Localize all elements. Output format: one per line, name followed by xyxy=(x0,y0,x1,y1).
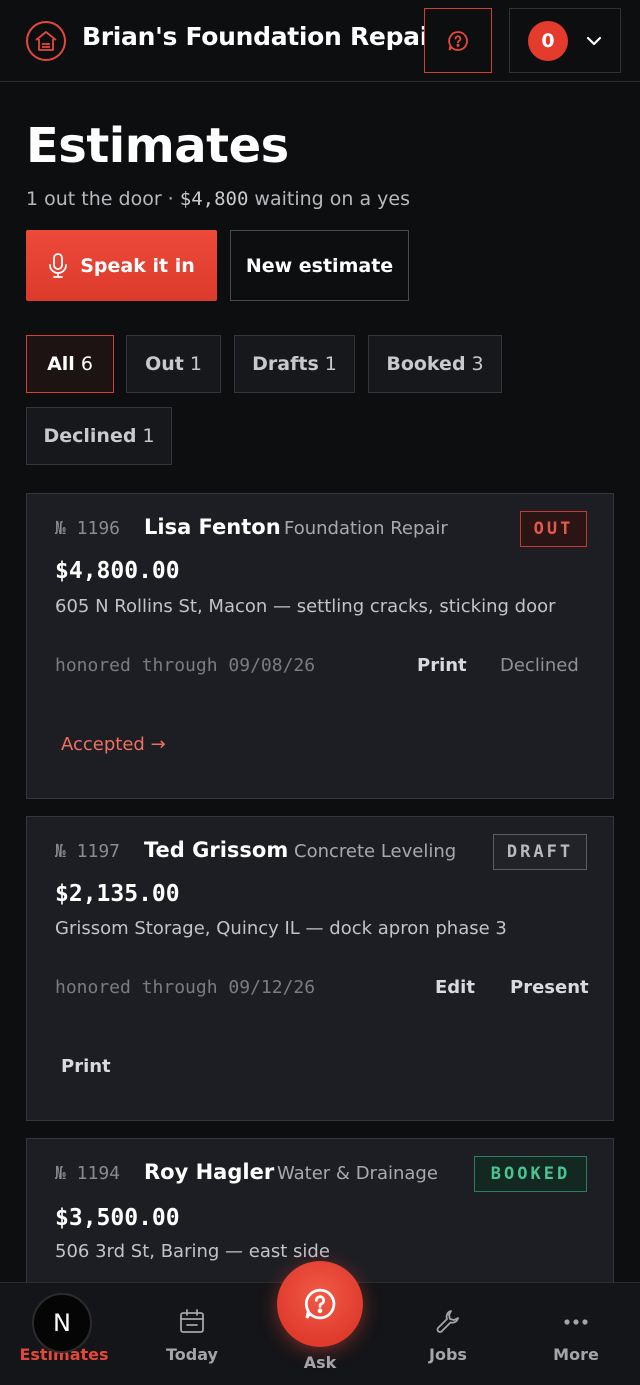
estimate-number: № 1197 xyxy=(55,841,121,862)
nav-today[interactable]: Today xyxy=(128,1283,256,1385)
customer-name: Lisa Fenton xyxy=(144,515,281,539)
estimate-card[interactable]: № 1196 Lisa Fenton Foundation Repair OUT… xyxy=(26,493,614,799)
filter-out[interactable]: Out 1 xyxy=(126,335,221,393)
estimate-amount: $2,135.00 xyxy=(55,881,180,907)
status-badge: OUT xyxy=(520,511,587,547)
estimates-page: Brian's Foundation Repair 0 Estimates 1 … xyxy=(0,0,640,1385)
filter-drafts[interactable]: Drafts 1 xyxy=(234,335,355,393)
estimate-number: № 1196 xyxy=(55,518,121,539)
ask-button[interactable] xyxy=(277,1261,363,1347)
declined-button[interactable]: Declined xyxy=(500,655,579,676)
edit-button[interactable]: Edit xyxy=(435,977,475,998)
status-badge: DRAFT xyxy=(493,834,587,870)
filter-booked[interactable]: Booked 3 xyxy=(368,335,502,393)
filter-label: Drafts xyxy=(252,353,319,375)
filter-count: 1 xyxy=(189,353,202,375)
page-title: Estimates xyxy=(26,118,289,174)
present-button[interactable]: Present xyxy=(510,977,589,998)
filter-count: 6 xyxy=(80,353,93,375)
job-address: 605 N Rollins St, Macon — settling crack… xyxy=(55,596,556,617)
service-type: Concrete Leveling xyxy=(294,841,457,862)
honored-date: honored through 09/12/26 xyxy=(55,977,316,998)
ask-label: Ask xyxy=(303,1353,337,1372)
filter-all[interactable]: All 6 xyxy=(26,335,114,393)
nav-label: Today xyxy=(166,1345,218,1364)
help-button[interactable] xyxy=(424,8,492,73)
customer-name: Roy Hagler xyxy=(144,1160,275,1184)
filter-count: 1 xyxy=(324,353,337,375)
filter-declined[interactable]: Declined 1 xyxy=(26,407,172,465)
subtitle-amount: $4,800 xyxy=(179,188,249,210)
subtitle-suffix: waiting on a yes xyxy=(248,188,410,210)
nav-jobs[interactable]: Jobs xyxy=(384,1283,512,1385)
filter-count: 1 xyxy=(142,425,155,447)
filter-count: 3 xyxy=(471,353,484,375)
estimate-card[interactable]: № 1197 Ted Grissom Concrete Leveling DRA… xyxy=(26,816,614,1121)
nav-more[interactable]: More xyxy=(512,1283,640,1385)
job-address: 506 3rd St, Baring — east side xyxy=(55,1241,330,1262)
notification-badge: 0 xyxy=(528,20,568,61)
customer-name: Ted Grissom xyxy=(144,838,289,862)
accepted-button[interactable]: Accepted → xyxy=(61,734,166,755)
status-badge: BOOKED xyxy=(474,1156,587,1192)
brand-name[interactable]: Brian's Foundation Repair xyxy=(82,22,440,51)
filter-label: Out xyxy=(145,353,184,375)
top-bar: Brian's Foundation Repair 0 xyxy=(0,0,640,82)
help-chat-icon xyxy=(304,1288,336,1320)
account-menu-button[interactable]: 0 xyxy=(509,8,621,73)
microphone-icon xyxy=(49,252,68,278)
nav-label: More xyxy=(553,1345,599,1364)
more-dots-icon xyxy=(564,1319,588,1325)
wrench-icon xyxy=(436,1310,459,1333)
speak-it-in-button[interactable]: Speak it in xyxy=(26,230,217,301)
filter-label: All xyxy=(47,353,75,375)
profile-avatar[interactable]: N xyxy=(32,1293,92,1353)
page-subtitle: 1 out the door · $4,800 waiting on a yes xyxy=(26,188,410,210)
help-chat-icon xyxy=(448,30,468,51)
estimate-amount: $3,500.00 xyxy=(55,1205,180,1231)
print-button[interactable]: Print xyxy=(417,655,467,676)
filter-label: Booked xyxy=(386,353,466,375)
subtitle-prefix: 1 out the door · xyxy=(26,188,180,210)
chevron-down-icon xyxy=(586,36,602,45)
job-address: Grissom Storage, Quincy IL — dock apron … xyxy=(55,918,507,939)
house-logo-icon[interactable] xyxy=(26,21,66,61)
honored-date: honored through 09/08/26 xyxy=(55,655,316,676)
filter-label: Declined xyxy=(43,425,137,447)
service-type: Foundation Repair xyxy=(284,518,448,539)
estimate-number: № 1194 xyxy=(55,1163,121,1184)
nav-label: Jobs xyxy=(429,1345,467,1364)
estimate-amount: $4,800.00 xyxy=(55,558,180,584)
service-type: Water & Drainage xyxy=(277,1163,438,1184)
speak-label: Speak it in xyxy=(80,254,195,277)
print-button[interactable]: Print xyxy=(61,1056,111,1077)
new-estimate-button[interactable]: New estimate xyxy=(230,230,409,301)
calendar-icon xyxy=(180,1309,204,1333)
